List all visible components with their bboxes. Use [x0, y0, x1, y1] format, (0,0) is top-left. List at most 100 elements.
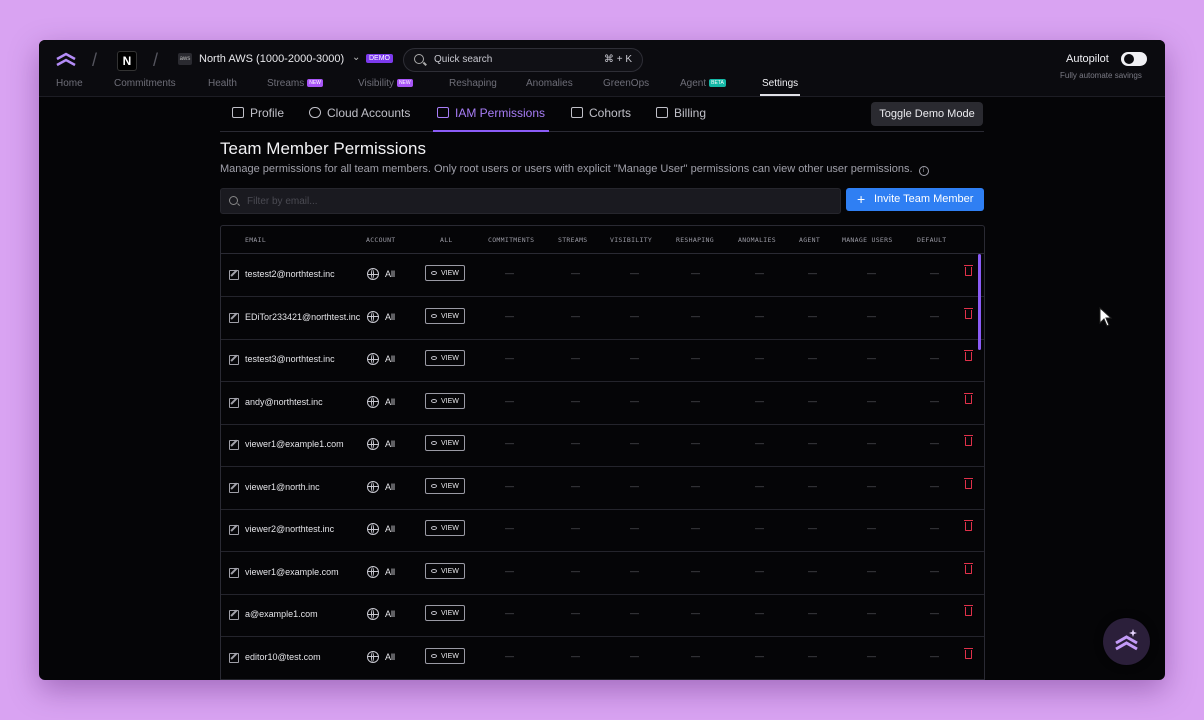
- permission-empty[interactable]: —: [930, 438, 939, 448]
- permission-empty[interactable]: —: [755, 566, 764, 576]
- permission-empty[interactable]: —: [930, 481, 939, 491]
- permission-empty[interactable]: —: [930, 608, 939, 618]
- permission-empty[interactable]: —: [808, 481, 817, 491]
- permission-empty[interactable]: —: [808, 268, 817, 278]
- delete-icon[interactable]: [964, 562, 973, 574]
- permission-empty[interactable]: —: [505, 438, 514, 448]
- permission-empty[interactable]: —: [571, 268, 580, 278]
- permission-empty[interactable]: —: [691, 268, 700, 278]
- permission-empty[interactable]: —: [867, 311, 876, 321]
- permission-empty[interactable]: —: [630, 481, 639, 491]
- permission-empty[interactable]: —: [630, 608, 639, 618]
- nav-home[interactable]: Home: [56, 78, 83, 89]
- permission-empty[interactable]: —: [571, 438, 580, 448]
- permission-empty[interactable]: —: [691, 608, 700, 618]
- permission-empty[interactable]: —: [867, 268, 876, 278]
- all-permission-view[interactable]: VIEW: [425, 562, 465, 579]
- nav-visibility[interactable]: Visibility NEW: [358, 78, 413, 89]
- all-permission-view[interactable]: VIEW: [425, 435, 465, 451]
- permission-empty[interactable]: —: [930, 523, 939, 533]
- permission-empty[interactable]: —: [691, 353, 700, 363]
- delete-icon[interactable]: [964, 647, 973, 659]
- permission-empty[interactable]: —: [691, 566, 700, 576]
- assistant-button[interactable]: [1103, 618, 1150, 665]
- permission-empty[interactable]: —: [867, 566, 876, 576]
- all-permission-view[interactable]: VIEW: [425, 477, 465, 494]
- permission-empty[interactable]: —: [691, 438, 700, 448]
- permission-empty[interactable]: —: [808, 608, 817, 618]
- permission-empty[interactable]: —: [630, 353, 639, 363]
- permission-empty[interactable]: —: [755, 311, 764, 321]
- all-permission-view[interactable]: VIEW: [425, 520, 465, 536]
- permission-empty[interactable]: —: [505, 268, 514, 278]
- tab-profile[interactable]: Profile: [232, 106, 284, 120]
- permission-empty[interactable]: —: [930, 353, 939, 363]
- permission-empty[interactable]: —: [867, 438, 876, 448]
- all-permission-view[interactable]: VIEW: [425, 350, 465, 366]
- edit-icon[interactable]: [229, 355, 239, 365]
- delete-icon[interactable]: [964, 477, 973, 489]
- edit-icon[interactable]: [229, 312, 239, 323]
- tab-iam-permissions[interactable]: IAM Permissions: [432, 106, 550, 132]
- edit-icon[interactable]: [229, 567, 239, 578]
- edit-icon[interactable]: [229, 270, 239, 280]
- permission-empty[interactable]: —: [630, 268, 639, 278]
- delete-icon[interactable]: [964, 307, 973, 319]
- permission-empty[interactable]: —: [755, 651, 764, 661]
- permission-empty[interactable]: —: [630, 396, 639, 406]
- permission-empty[interactable]: —: [630, 566, 639, 576]
- nav-commitments[interactable]: Commitments: [114, 78, 176, 89]
- permission-empty[interactable]: —: [571, 481, 580, 491]
- permission-empty[interactable]: —: [755, 438, 764, 448]
- permission-empty[interactable]: —: [755, 353, 764, 363]
- edit-icon[interactable]: [229, 610, 239, 620]
- permission-empty[interactable]: —: [930, 268, 939, 278]
- edit-icon[interactable]: [229, 482, 239, 493]
- org-badge[interactable]: N: [117, 51, 137, 71]
- delete-icon[interactable]: [964, 350, 973, 361]
- nav-streams[interactable]: Streams NEW: [267, 78, 323, 89]
- tab-cohorts[interactable]: Cohorts: [571, 106, 631, 120]
- permission-empty[interactable]: —: [808, 523, 817, 533]
- permission-empty[interactable]: —: [867, 481, 876, 491]
- quick-search[interactable]: Quick search ⌘ + K: [403, 48, 643, 72]
- permission-empty[interactable]: —: [505, 353, 514, 363]
- permission-empty[interactable]: —: [808, 311, 817, 321]
- info-icon[interactable]: i: [918, 166, 929, 176]
- permission-empty[interactable]: —: [505, 608, 514, 618]
- permission-empty[interactable]: —: [808, 396, 817, 406]
- permission-empty[interactable]: —: [867, 353, 876, 363]
- nav-settings[interactable]: Settings: [759, 78, 801, 96]
- email-filter-input[interactable]: [245, 192, 809, 210]
- nav-health[interactable]: Health: [208, 78, 237, 89]
- permission-empty[interactable]: —: [571, 353, 580, 363]
- permission-empty[interactable]: —: [808, 566, 817, 576]
- permission-empty[interactable]: —: [691, 523, 700, 533]
- permission-empty[interactable]: —: [571, 566, 580, 576]
- edit-icon[interactable]: [229, 652, 239, 663]
- permission-empty[interactable]: —: [691, 311, 700, 321]
- permission-empty[interactable]: —: [930, 396, 939, 406]
- all-permission-view[interactable]: VIEW: [425, 307, 465, 324]
- permission-empty[interactable]: —: [505, 396, 514, 406]
- nav-greenops[interactable]: GreenOps: [603, 78, 649, 89]
- permission-empty[interactable]: —: [755, 481, 764, 491]
- nav-agent[interactable]: Agent BETA: [680, 78, 726, 89]
- all-permission-view[interactable]: VIEW: [425, 265, 465, 281]
- edit-icon[interactable]: [229, 397, 239, 408]
- table-scrollbar[interactable]: [978, 254, 981, 350]
- permission-empty[interactable]: —: [630, 523, 639, 533]
- delete-icon[interactable]: [964, 435, 973, 446]
- permission-empty[interactable]: —: [571, 608, 580, 618]
- permission-empty[interactable]: —: [755, 608, 764, 618]
- delete-icon[interactable]: [964, 265, 973, 276]
- permission-empty[interactable]: —: [808, 651, 817, 661]
- permission-empty[interactable]: —: [930, 566, 939, 576]
- permission-empty[interactable]: —: [630, 651, 639, 661]
- all-permission-view[interactable]: VIEW: [425, 647, 465, 664]
- tab-billing[interactable]: Billing: [656, 106, 706, 120]
- all-permission-view[interactable]: VIEW: [425, 392, 465, 409]
- permission-empty[interactable]: —: [867, 396, 876, 406]
- permission-empty[interactable]: —: [691, 481, 700, 491]
- permission-empty[interactable]: —: [505, 651, 514, 661]
